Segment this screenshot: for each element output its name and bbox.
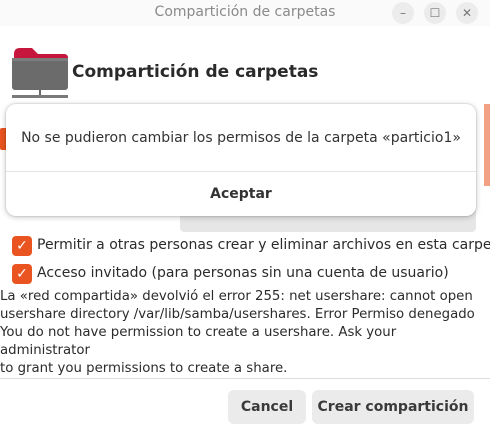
footer-divider <box>0 378 490 379</box>
cancel-button[interactable]: Cancel <box>228 390 306 424</box>
window-title: Compartición de carpetas <box>154 4 336 20</box>
guest-access-label: Acceso invitado (para personas sin una c… <box>37 265 449 281</box>
close-icon: ✕ <box>461 6 473 20</box>
page-title: Compartición de carpetas <box>72 62 319 82</box>
folder-share-icon <box>12 48 68 98</box>
error-line: usershare directory /var/lib/samba/users… <box>0 307 475 322</box>
create-share-button[interactable]: Crear compartición <box>312 390 474 424</box>
accept-button[interactable]: Aceptar <box>6 172 476 216</box>
error-line: to grant you permissions to create a sha… <box>0 361 288 376</box>
error-details: La «red compartida» devolvió el error 25… <box>0 288 486 378</box>
error-dialog: No se pudieron cambiar los permisos de l… <box>6 104 476 216</box>
minimize-icon: – <box>400 6 406 20</box>
window-edge-accent <box>484 104 490 186</box>
minimize-button[interactable]: – <box>392 2 414 24</box>
allow-write-label: Permitir a otras personas crear y elimin… <box>37 237 490 253</box>
close-button[interactable]: ✕ <box>456 2 478 24</box>
checkbox-allow-write[interactable]: ✓ <box>12 236 32 256</box>
error-message: No se pudieron cambiar los permisos de l… <box>21 130 461 146</box>
dialog-header: Compartición de carpetas <box>12 46 482 102</box>
maximize-button[interactable]: ☐ <box>424 2 446 24</box>
error-line: You do not have permission to create a u… <box>0 325 397 358</box>
title-bar: Compartición de carpetas – ☐ ✕ <box>0 0 490 26</box>
checkbox-guest-access[interactable]: ✓ <box>12 264 32 284</box>
error-line: La «red compartida» devolvió el error 25… <box>0 289 473 304</box>
maximize-icon: ☐ <box>429 6 441 20</box>
